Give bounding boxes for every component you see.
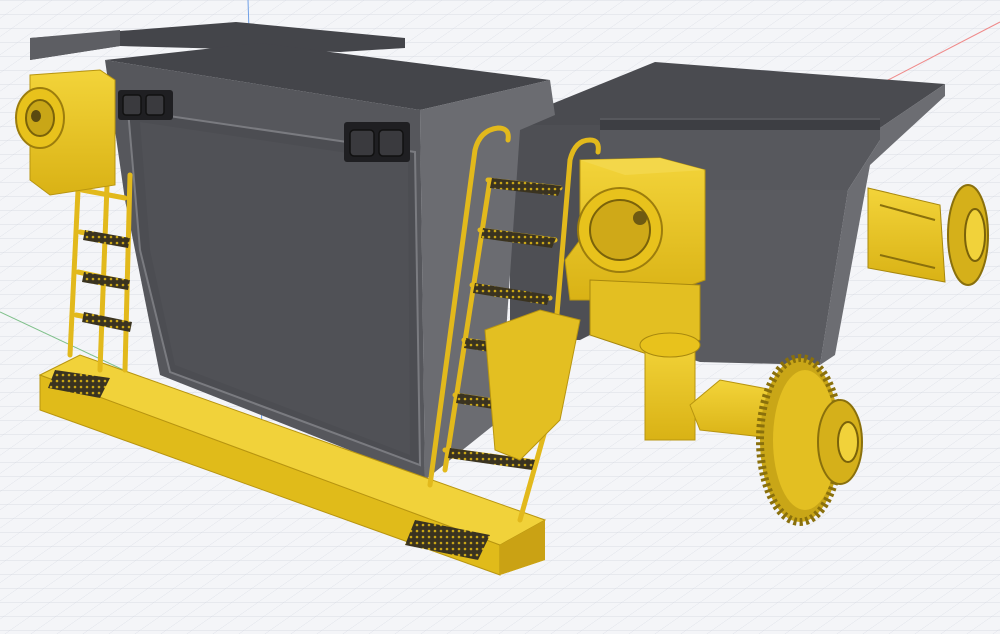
left-axle-housing[interactable] — [15, 69, 116, 196]
headlight-right — [344, 122, 410, 162]
scene-canvas[interactable] — [0, 0, 1000, 634]
headlight-left — [118, 90, 173, 120]
3d-viewport[interactable] — [0, 0, 1000, 634]
